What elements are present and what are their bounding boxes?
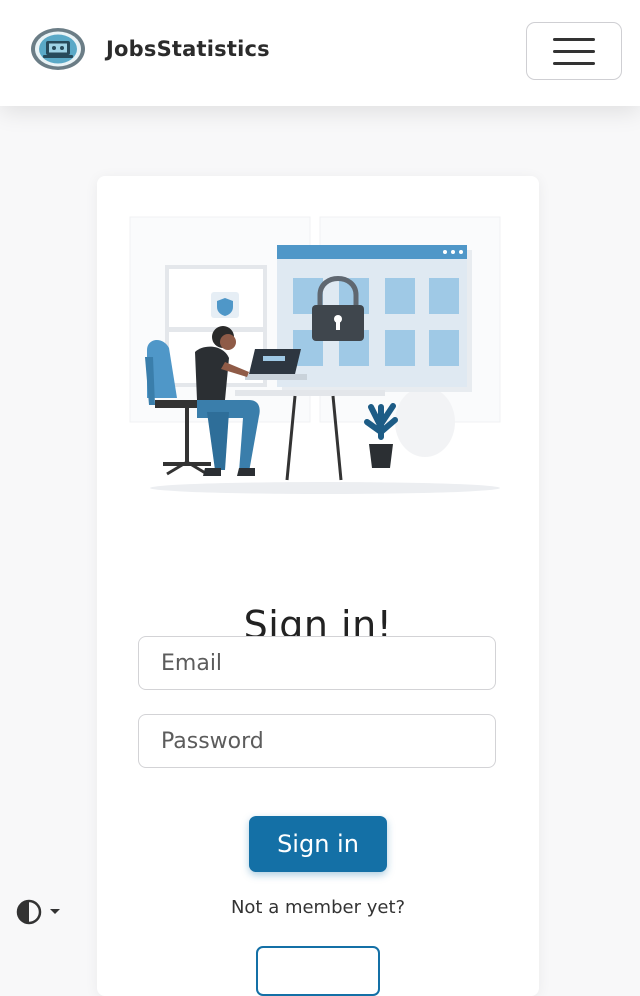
not-member-text: Not a member yet? — [230, 897, 406, 918]
half-circle-contrast-icon — [16, 899, 42, 925]
sign-in-button[interactable]: Sign in — [249, 816, 387, 872]
sign-up-button[interactable] — [256, 946, 380, 996]
password-field[interactable] — [138, 714, 496, 768]
person-at-desk-with-lock-illustration — [129, 216, 501, 494]
brand[interactable]: JobsStatistics — [30, 26, 270, 72]
hamburger-menu-icon — [553, 61, 595, 65]
hamburger-menu-icon — [553, 37, 595, 41]
navbar: JobsStatistics — [0, 0, 640, 106]
caret-down-icon — [50, 909, 60, 914]
email-field[interactable] — [138, 636, 496, 690]
theme-toggle[interactable] — [15, 898, 61, 926]
hamburger-menu-icon — [553, 49, 595, 53]
signin-card: Sign in! Sign in Not a member yet? — [97, 176, 539, 996]
brand-name: JobsStatistics — [106, 37, 270, 61]
navbar-toggler-button[interactable] — [526, 22, 622, 80]
laptop-badge-logo-icon — [31, 28, 85, 70]
